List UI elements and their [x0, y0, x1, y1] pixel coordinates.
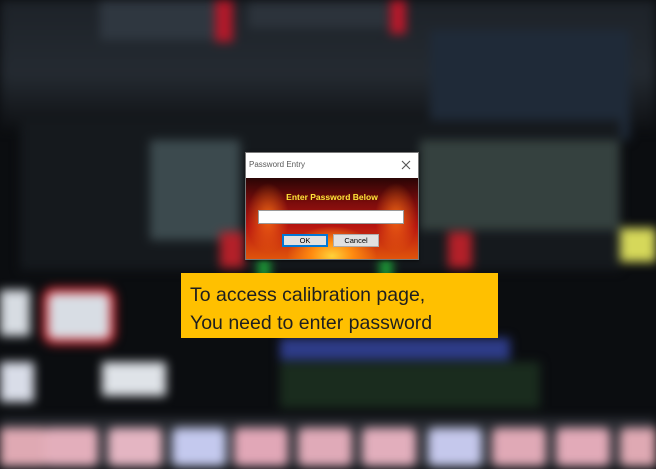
cancel-button[interactable]: Cancel — [333, 234, 379, 247]
dialog-titlebar: Password Entry — [246, 153, 418, 178]
bg-red-indicator — [448, 232, 472, 268]
bg-green-panel — [280, 362, 540, 408]
bg-nav-button — [0, 428, 48, 466]
bg-red-indicator — [215, 0, 233, 42]
bg-block — [100, 0, 220, 40]
dialog-title: Password Entry — [249, 160, 306, 169]
bg-nav-button — [428, 428, 482, 466]
ok-button[interactable]: OK — [282, 234, 328, 247]
bg-nav-button — [620, 428, 656, 466]
bg-red-indicator — [390, 0, 406, 34]
password-entry-dialog: Password Entry Enter Password Below OK C… — [245, 152, 419, 260]
bg-nav-button — [234, 428, 288, 466]
bg-red-indicator — [220, 232, 244, 268]
bg-button — [0, 290, 30, 336]
bg-block — [150, 140, 240, 240]
bg-nav-button — [362, 428, 416, 466]
dialog-body: Enter Password Below OK Cancel — [246, 178, 418, 259]
bg-block — [420, 140, 620, 230]
bg-nav-button — [44, 428, 98, 466]
bg-button — [0, 362, 34, 402]
close-icon[interactable] — [398, 155, 414, 175]
bg-yellow-button — [620, 228, 656, 262]
bg-highlighted-button — [42, 287, 116, 345]
callout-line-2: You need to enter password — [190, 312, 433, 334]
password-prompt: Enter Password Below — [286, 192, 378, 202]
bg-nav-button — [492, 428, 546, 466]
password-input[interactable] — [258, 210, 404, 224]
bg-blue-bar — [280, 338, 510, 360]
bg-nav-button — [172, 428, 226, 466]
bg-button — [102, 362, 166, 396]
bg-nav-button — [108, 428, 162, 466]
bg-block — [248, 2, 388, 28]
instruction-callout: To access calibration page, You need to … — [181, 273, 498, 338]
bg-nav-button — [298, 428, 352, 466]
callout-line-1: To access calibration page, — [190, 284, 426, 306]
bg-nav-button — [556, 428, 610, 466]
